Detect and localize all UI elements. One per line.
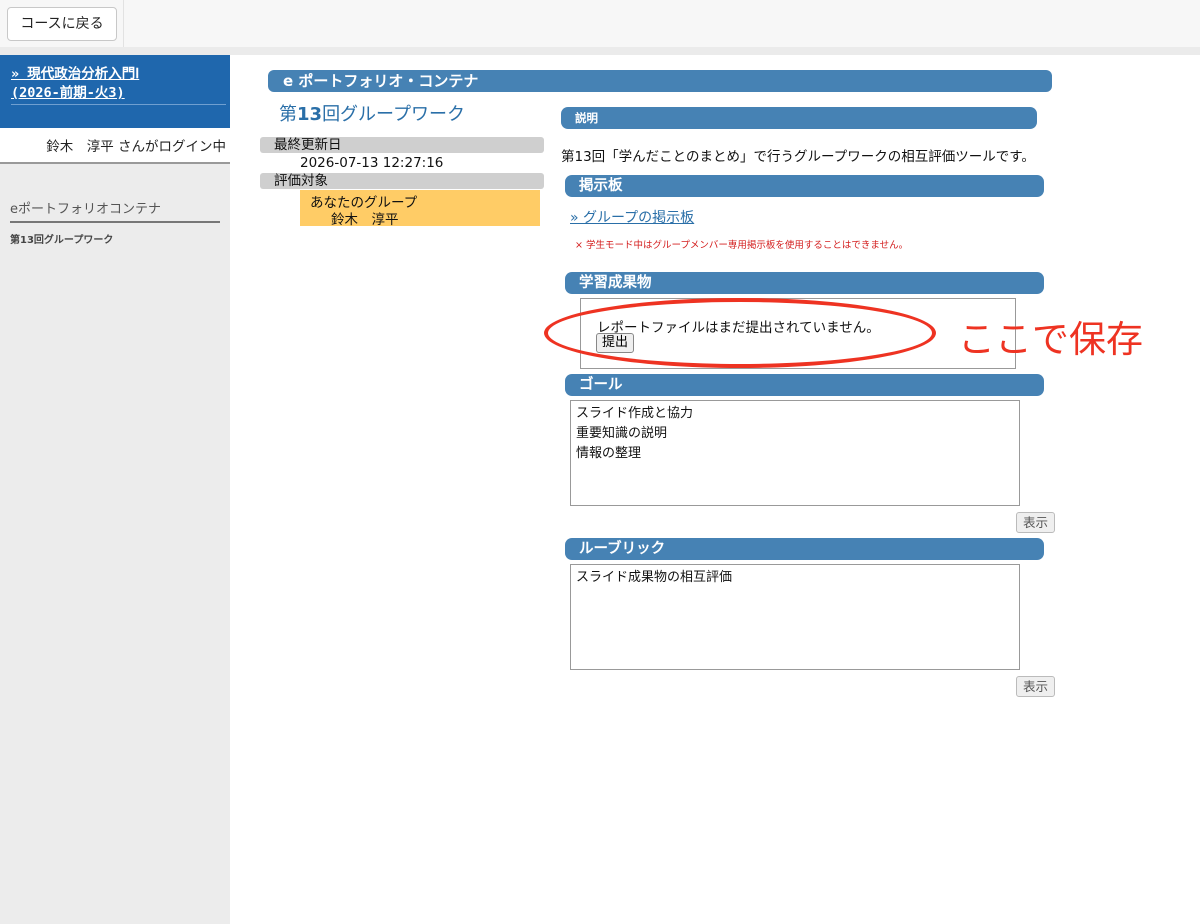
goal-item: 重要知識の説明: [576, 426, 668, 441]
back-to-course-button[interactable]: コースに戻る: [7, 7, 117, 41]
sidebar-item-group-work[interactable]: 第13回グループワーク: [10, 231, 113, 246]
description-heading: 説明: [561, 107, 1037, 129]
deliverables-heading: 学習成果物: [565, 272, 1044, 294]
page-title: 第13回グループワーク: [279, 100, 465, 126]
course-divider: [11, 104, 226, 105]
board-warning: × 学生モード中はグループメンバー専用掲示板を使用することはできません。: [575, 240, 909, 251]
course-header: » 現代政治分析入門Ⅰ (2026-前期-火3): [0, 55, 230, 128]
top-bar: コースに戻る: [0, 0, 1200, 47]
rubric-show-button[interactable]: 表示: [1016, 676, 1055, 697]
top-bar-left: コースに戻る: [0, 0, 123, 47]
top-bar-right: [123, 0, 1200, 47]
sidebar-section-title: eポートフォリオコンテナ: [10, 202, 161, 217]
target-label: 評価対象: [260, 173, 544, 189]
login-status: 鈴木 淳平 さんがログイン中: [0, 128, 230, 164]
last-updated-value: 2026-07-13 12:27:16: [300, 155, 444, 171]
login-text: 鈴木 淳平 さんがログイン中: [46, 139, 226, 155]
goals-show-button[interactable]: 表示: [1016, 512, 1055, 533]
goal-item: スライド作成と協力: [576, 406, 694, 421]
goal-item: 情報の整理: [576, 446, 642, 461]
rubric-heading: ルーブリック: [565, 538, 1044, 560]
group-box: あなたのグループ 鈴木 淳平: [300, 190, 540, 228]
group-member: 鈴木 淳平: [331, 212, 399, 228]
course-link[interactable]: » 現代政治分析入門Ⅰ (2026-前期-火3): [11, 65, 221, 103]
rubric-textarea[interactable]: スライド成果物の相互評価: [570, 564, 1020, 670]
description-text: 第13回「学んだことのまとめ」で行うグループワークの相互評価ツールです。: [561, 149, 1035, 165]
submit-button[interactable]: 提出: [596, 333, 635, 353]
goals-heading: ゴール: [565, 374, 1044, 396]
board-heading: 掲示板: [565, 175, 1044, 197]
page-title-prefix: 第: [279, 104, 297, 125]
sidebar: » 現代政治分析入門Ⅰ (2026-前期-火3) 鈴木 淳平 さんがログイン中 …: [0, 55, 230, 924]
deliverables-message: レポートファイルはまだ提出されていません。: [597, 320, 880, 336]
course-link-line2: (2026-前期-火3): [11, 85, 125, 101]
portfolio-header: e ポートフォリオ・コンテナ: [268, 70, 1052, 92]
page-title-suffix: 回グループワーク: [322, 104, 465, 125]
goals-textarea[interactable]: スライド作成と協力 重要知識の説明 情報の整理: [570, 400, 1020, 506]
last-updated-label: 最終更新日: [260, 137, 544, 153]
top-bar-divider: [0, 47, 1200, 55]
deliverables-box: レポートファイルはまだ提出されていません。 提出: [580, 298, 1016, 369]
group-board-link[interactable]: » グループの掲示板: [570, 207, 694, 227]
page-title-number: 13: [297, 104, 323, 125]
rubric-item: スライド成果物の相互評価: [576, 570, 733, 585]
course-link-line1: » 現代政治分析入門Ⅰ: [11, 66, 140, 82]
sidebar-section-divider: [10, 221, 220, 223]
annotation-text: ここで保存: [958, 318, 1143, 361]
